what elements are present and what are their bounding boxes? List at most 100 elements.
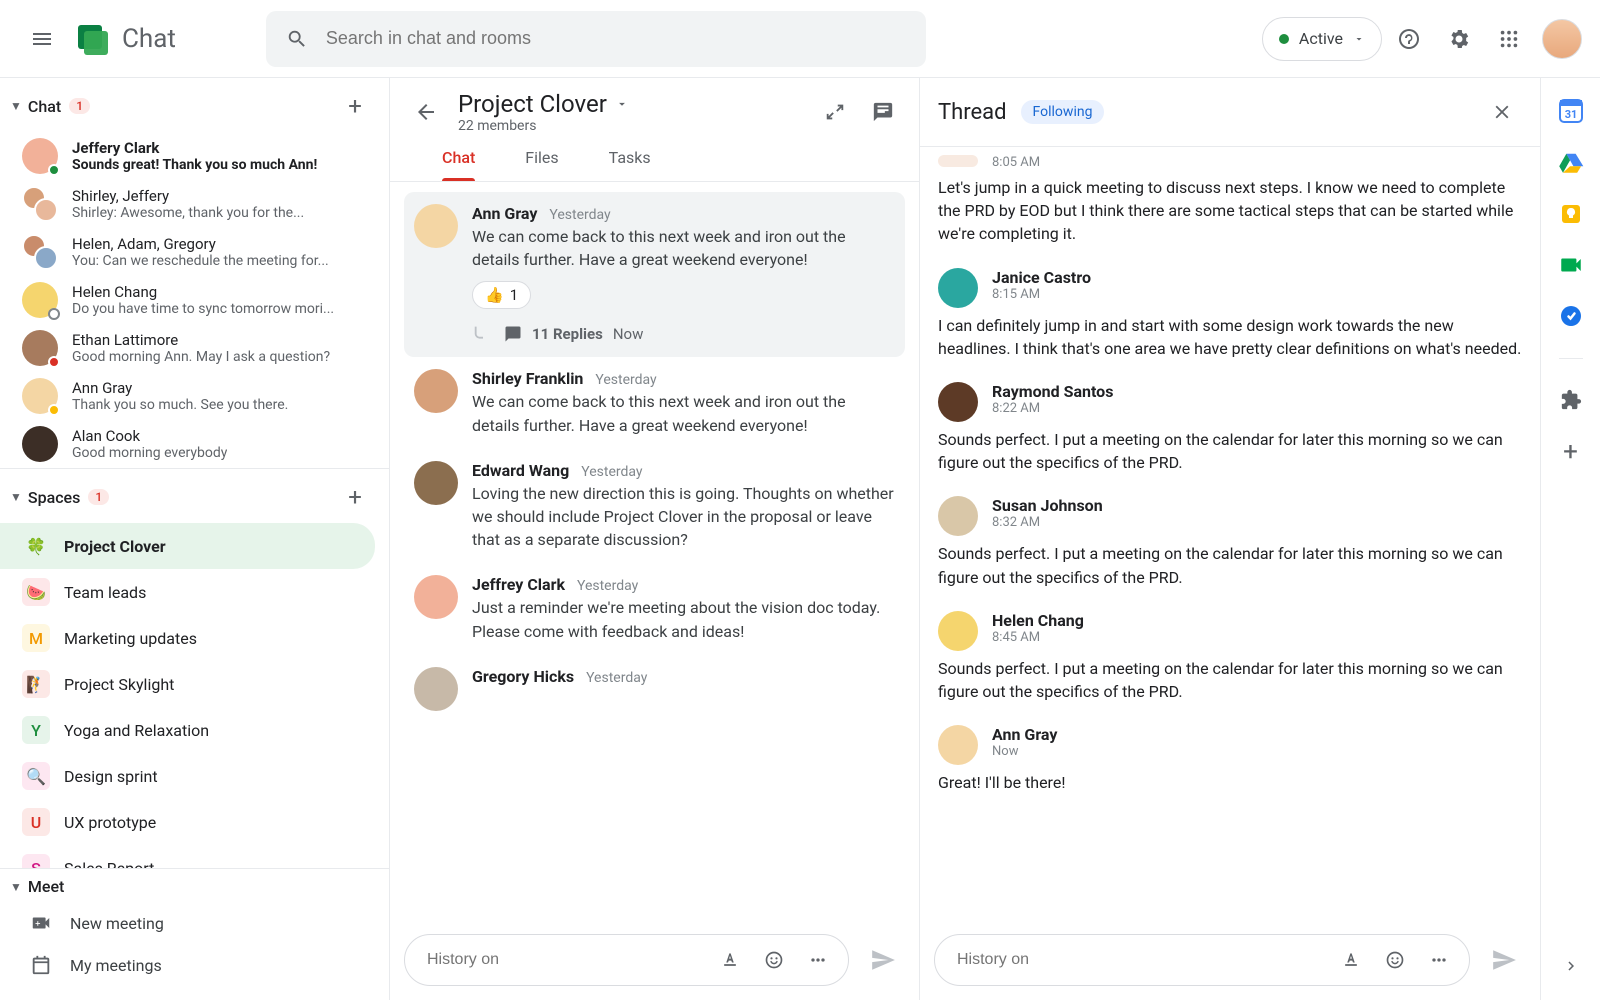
sidebar: ▼ Chat 1 + Jeffery ClarkSounds great! Th… [0,78,390,1000]
status-selector[interactable]: Active [1262,17,1382,61]
search-icon [286,28,308,50]
chat-list-item[interactable]: Alan CookGood morning everybody [0,420,389,468]
thread-message[interactable]: Ann GrayNowGreat! I'll be there! [938,717,1522,808]
chat-item-preview: Shirley: Awesome, thank you for the... [72,205,304,221]
send-button[interactable] [1482,938,1526,982]
chat-list-item[interactable]: Ann GrayThank you so much. See you there… [0,372,389,420]
tab-chat[interactable]: Chat [442,148,475,181]
search-bar[interactable] [266,11,926,67]
chat-list-item[interactable]: Helen ChangDo you have time to sync tomo… [0,276,389,324]
add-button[interactable]: + [1563,437,1578,467]
avatar-icon [414,575,458,619]
reaction-chip[interactable]: 👍1 [472,281,531,309]
emoji-button[interactable] [1377,942,1413,978]
space-item-label: Yoga and Relaxation [64,721,209,740]
space-avatar-icon: 🍉 [22,578,50,606]
tasks-app-icon[interactable] [1559,304,1583,328]
send-button[interactable] [861,938,905,982]
thread-message-body: Great! I'll be there! [938,771,1522,794]
my-meetings-label: My meetings [70,956,162,975]
avatar-icon [22,282,58,318]
message[interactable]: Gregory HicksYesterday [404,655,905,723]
addons-button[interactable] [1560,389,1582,411]
close-thread-button[interactable] [1482,92,1522,132]
calendar-app-icon[interactable]: 31 [1558,98,1584,124]
format-icon [1341,950,1361,970]
new-meeting-button[interactable]: New meeting [0,902,389,944]
help-icon [1397,27,1421,51]
chat-list-item[interactable]: Helen, Adam, GregoryYou: Can we reschedu… [0,228,389,276]
gear-icon [1447,27,1471,51]
chat-section-header[interactable]: ▼ Chat 1 + [0,78,389,132]
main-menu-button[interactable] [18,15,66,63]
reaction-count: 1 [510,286,518,304]
message-time: Yesterday [577,578,638,594]
thread-message-time: 8:15 AM [992,287,1091,302]
message[interactable]: Ann GrayYesterdayWe can come back to thi… [404,192,905,357]
format-button[interactable] [1333,942,1369,978]
chevron-down-icon[interactable] [615,97,629,111]
more-button[interactable] [800,942,836,978]
expand-rail-button[interactable] [1551,946,1591,986]
thread-message[interactable]: Janice Castro8:15 AMI can definitely jum… [938,260,1522,374]
space-list-item[interactable]: 🔍Design sprint [0,753,389,799]
search-input[interactable] [326,28,906,49]
video-plus-icon [30,912,52,934]
chat-list-item[interactable]: Ethan LattimoreGood morning Ann. May I a… [0,324,389,372]
space-list-item[interactable]: SSales Report [0,845,389,868]
space-avatar-icon: Y [22,716,50,744]
message[interactable]: Jeffrey ClarkYesterdayJust a reminder we… [404,563,905,654]
chat-list-item[interactable]: Jeffery ClarkSounds great! Thank you so … [0,132,389,180]
chat-list-item[interactable]: Shirley, JefferyShirley: Awesome, thank … [0,180,389,228]
space-list-item[interactable]: Y Yoga and Relaxation [0,707,389,753]
space-list-item[interactable]: UUX prototype [0,799,389,845]
space-list-item[interactable]: 🍉Team leads [0,569,389,615]
thread-message[interactable]: Raymond Santos8:22 AMSounds perfect. I p… [938,374,1522,488]
chat-list: Jeffery ClarkSounds great! Thank you so … [0,132,389,468]
chat-item-name: Jeffery Clark [72,139,317,157]
new-chat-button[interactable]: + [335,86,375,126]
apps-button[interactable] [1486,16,1532,62]
thread-message[interactable]: 8:05 AMLet's jump in a quick meeting to … [938,147,1522,260]
thread-message-body: I can definitely jump in and start with … [938,314,1522,360]
emoji-button[interactable] [756,942,792,978]
new-space-button[interactable]: + [335,477,375,517]
message[interactable]: Shirley FranklinYesterdayWe can come bac… [404,357,905,448]
space-avatar-icon: 🍀 [22,532,50,560]
following-chip[interactable]: Following [1021,100,1105,124]
space-list-item[interactable]: 🍀Project Clover [0,523,375,569]
thread-message[interactable]: Helen Chang8:45 AMSounds perfect. I put … [938,603,1522,717]
avatar-icon [938,725,978,765]
tab-files[interactable]: Files [525,148,558,181]
message[interactable]: Edward WangYesterdayLoving the new direc… [404,449,905,564]
spaces-unread-badge: 1 [88,489,109,505]
keep-app-icon[interactable] [1559,202,1583,226]
my-meetings-button[interactable]: My meetings [0,944,389,986]
thread-message[interactable]: Susan Johnson8:32 AMSounds perfect. I pu… [938,488,1522,602]
space-list-item[interactable]: MMarketing updates [0,615,389,661]
format-button[interactable] [712,942,748,978]
replies-link[interactable]: 11 RepliesNow [472,323,895,345]
status-dot-icon [1279,34,1289,44]
space-list-item[interactable]: 🧗Project Skylight [0,661,389,707]
drive-app-icon[interactable] [1558,150,1584,176]
more-button[interactable] [1421,942,1457,978]
avatar-group-icon [22,186,58,222]
meet-section-header[interactable]: ▼ Meet [0,869,389,902]
back-button[interactable] [404,90,448,134]
spaces-section-header[interactable]: ▼ Spaces 1 + [0,469,389,523]
settings-button[interactable] [1436,16,1482,62]
avatar-icon [22,378,58,414]
avatar-icon [22,138,58,174]
compose-box[interactable] [404,934,849,986]
account-avatar[interactable] [1542,19,1582,59]
meet-app-icon[interactable] [1558,252,1584,278]
help-button[interactable] [1386,16,1432,62]
thread-compose-box[interactable] [934,934,1470,986]
collapse-button[interactable] [813,90,857,134]
thread-compose-input[interactable] [957,951,1325,969]
thread-toggle-button[interactable] [861,90,905,134]
chevron-down-icon: ▼ [10,99,22,113]
tab-tasks[interactable]: Tasks [609,148,651,181]
compose-input[interactable] [427,951,704,969]
